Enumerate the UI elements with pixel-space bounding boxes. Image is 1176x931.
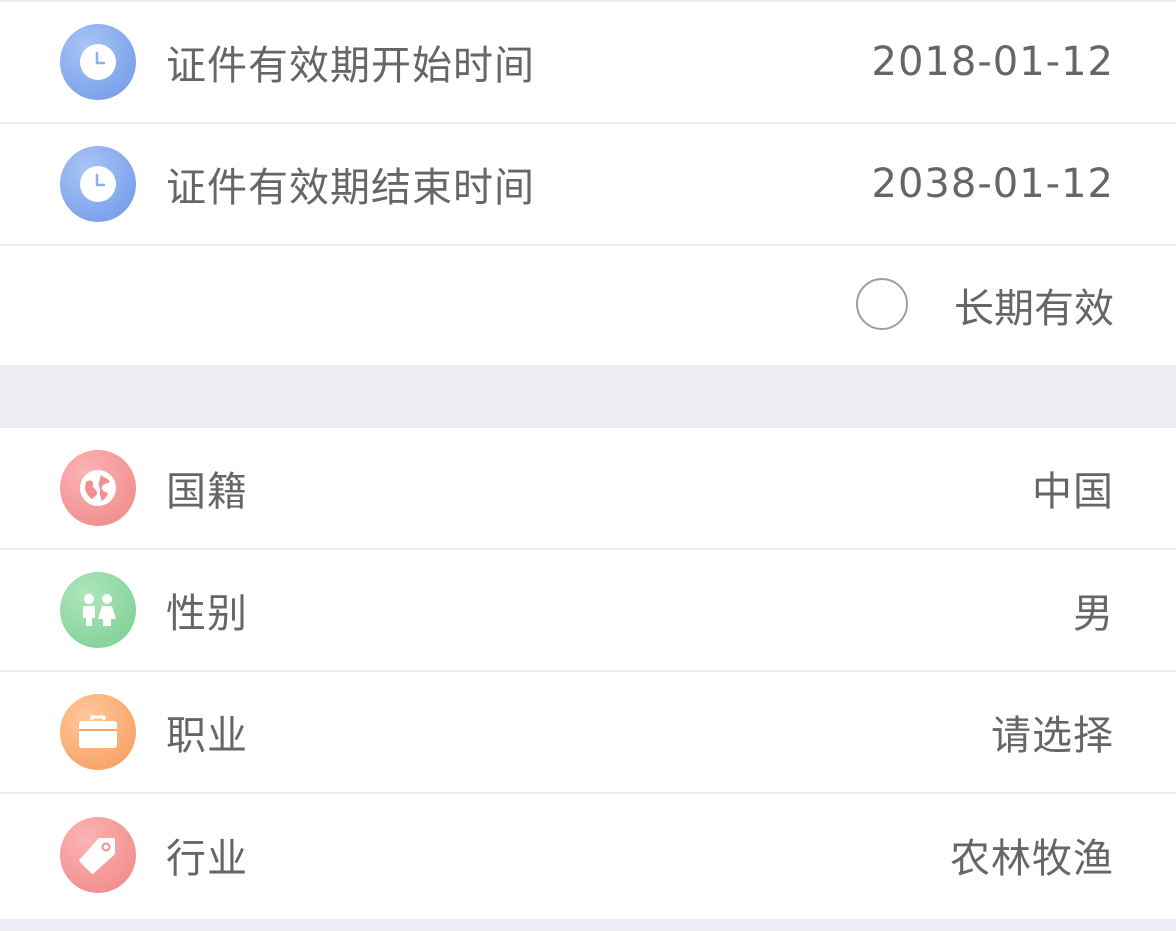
long-term-label: 长期有效	[954, 285, 1114, 332]
long-term-row[interactable]: 长期有效	[0, 246, 1176, 365]
validity-start-label: 证件有效期开始时间	[166, 43, 535, 89]
bottom-separator	[0, 919, 1176, 931]
nationality-label: 国籍	[166, 469, 248, 515]
industry-label: 行业	[166, 836, 248, 882]
validity-start-value[interactable]: 2018-01-12	[872, 39, 1114, 85]
validity-start-row[interactable]: 证件有效期开始时间 2018-01-12	[0, 2, 1176, 124]
occupation-row[interactable]: 职业 请选择	[0, 672, 1176, 794]
nationality-value[interactable]: 中国	[1032, 459, 1114, 517]
gender-row[interactable]: 性别 男	[0, 550, 1176, 672]
tag-icon	[60, 817, 136, 893]
clock-icon	[60, 146, 136, 222]
occupation-label: 职业	[166, 713, 248, 759]
clock-icon	[60, 24, 136, 100]
long-term-radio[interactable]	[856, 277, 908, 330]
validity-end-label: 证件有效期结束时间	[166, 165, 535, 211]
validity-end-row[interactable]: 证件有效期结束时间 2038-01-12	[0, 124, 1176, 246]
industry-value[interactable]: 农林牧渔	[950, 826, 1114, 884]
id-info-form: 证件有效期开始时间 2018-01-12 证件有效期结束时间 2038-01-1…	[0, 0, 1176, 931]
briefcase-icon	[60, 694, 136, 770]
nationality-row[interactable]: 国籍 中国	[0, 428, 1176, 550]
section-separator	[0, 365, 1176, 428]
people-icon	[60, 572, 136, 648]
gender-value[interactable]: 男	[1073, 581, 1114, 639]
occupation-value[interactable]: 请选择	[991, 703, 1114, 761]
gender-label: 性别	[166, 591, 248, 637]
industry-row[interactable]: 行业 农林牧渔	[0, 794, 1176, 916]
validity-end-value[interactable]: 2038-01-12	[872, 161, 1114, 207]
globe-icon	[60, 450, 136, 526]
